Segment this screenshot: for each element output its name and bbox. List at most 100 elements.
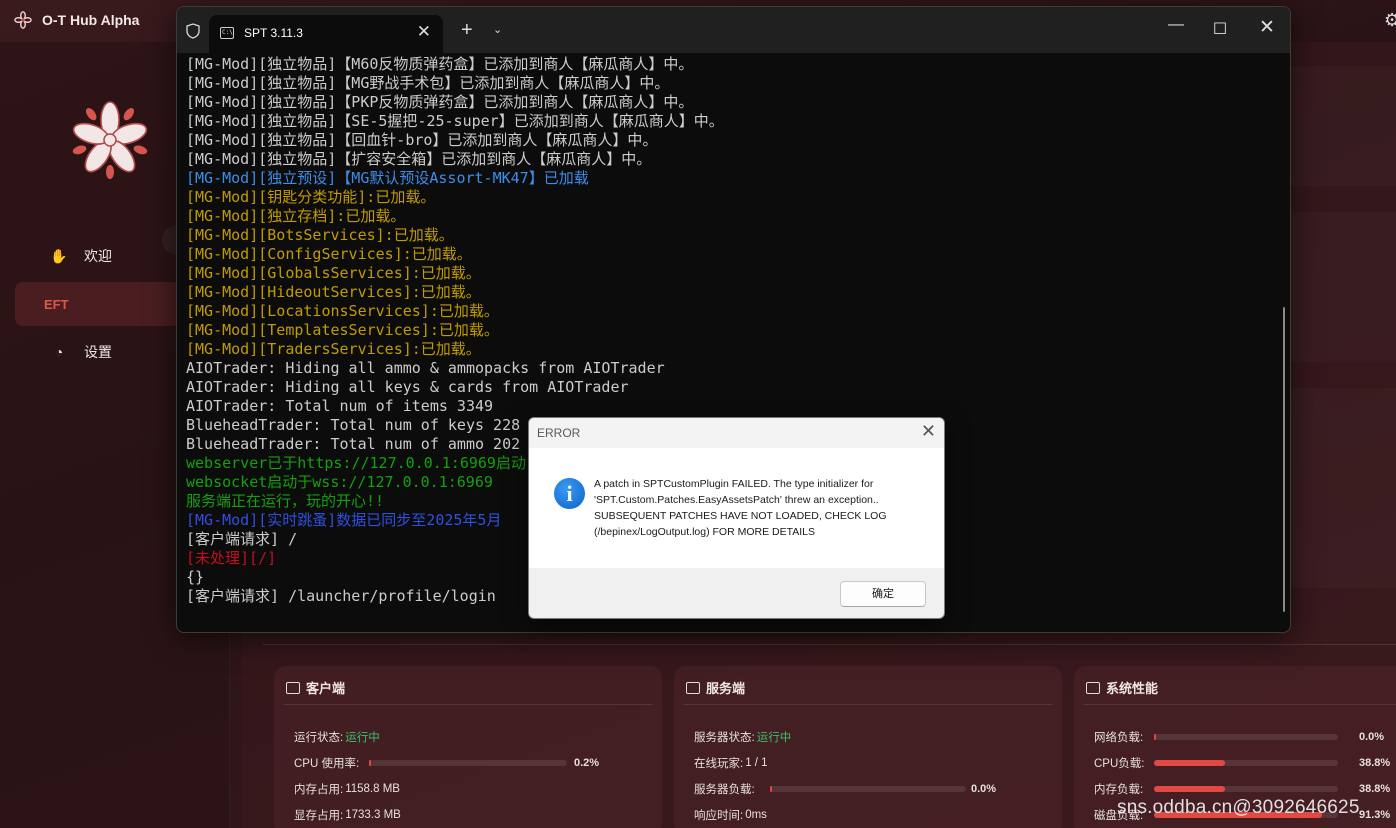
content-panel-section: [1290, 388, 1396, 588]
terminal-line: [MG-Mod][LocationsServices]:已加载。: [186, 302, 499, 320]
divider: [1084, 704, 1396, 705]
stat-value: 0.0%: [1359, 731, 1385, 743]
stat-label: 服务器状态:: [694, 732, 755, 744]
message-line: 'SPT.Custom.Patches.EasyAssetsPatch' thr…: [594, 494, 879, 506]
stat-label: CPU 使用率:: [294, 758, 360, 770]
terminal-line: AIOTrader: Hiding all ammo & ammopacks f…: [186, 359, 665, 377]
dialog-message: A patch in SPTCustomPlugin FAILED. The t…: [594, 476, 934, 540]
flower-logo-icon: [72, 101, 148, 179]
server-load: 服务器负载: 0.0%: [694, 781, 1034, 797]
stat-value: 0ms: [745, 809, 767, 821]
terminal-line: [MG-Mod][独立物品]【扩容安全箱】已添加到商人【麻瓜商人】中。: [186, 150, 652, 168]
ok-button[interactable]: 确定: [840, 581, 926, 607]
chevron-down-icon[interactable]: ⌄: [493, 23, 502, 36]
sidebar-item-label: EFT: [44, 296, 69, 312]
server-icon: [686, 681, 700, 694]
stat-label: 服务器负载:: [694, 784, 755, 796]
message-line: A patch in SPTCustomPlugin FAILED. The t…: [594, 478, 874, 490]
close-icon[interactable]: ✕: [921, 421, 936, 442]
message-line: (/bepinex/LogOutput.log) FOR MORE DETAIL…: [594, 526, 815, 538]
progress-bar: [1154, 786, 1338, 792]
terminal-line: [MG-Mod][独立物品]【M60反物质弹药盒】已添加到商人【麻瓜商人】中。: [186, 55, 694, 73]
progress-bar: [369, 760, 567, 766]
progress-fill: [1154, 734, 1157, 740]
palette-icon: ◔: [54, 344, 64, 360]
card-header: 客户端: [286, 678, 345, 697]
progress-fill: [1154, 786, 1226, 792]
watermark-text: sns.oddba.cn@3092646625: [1117, 797, 1360, 818]
maximize-button[interactable]: ☐: [1210, 19, 1230, 39]
memory-load: 内存负载: 38.8%: [1094, 781, 1396, 797]
progress-fill: [1154, 760, 1226, 766]
client-run-status: 运行状态: 运行中: [294, 729, 380, 745]
terminal-tab-bar: C:\ SPT 3.11.3 ✕ + ⌄ — ☐ ✕: [177, 7, 1290, 53]
stat-value: 38.8%: [1359, 783, 1391, 795]
gear-icon[interactable]: ⚙: [1384, 10, 1396, 31]
app-logo-icon: [14, 11, 32, 29]
card-title: 系统性能: [1106, 681, 1159, 696]
new-tab-button[interactable]: +: [461, 19, 473, 42]
sidebar-item-label: 设置: [84, 344, 112, 360]
stat-label: 在线玩家:: [694, 758, 744, 770]
card-title: 服务端: [706, 681, 746, 696]
progress-bar: [1154, 760, 1338, 766]
terminal-line: [MG-Mod][ConfigServices]:已加载。: [186, 245, 472, 263]
stat-label: 内存占用:: [294, 784, 344, 796]
stat-value: 运行中: [345, 732, 380, 744]
terminal-line: [MG-Mod][独立物品]【MG野战手术包】已添加到商人【麻瓜商人】中。: [186, 74, 670, 92]
divider: [684, 704, 1052, 705]
client-cpu-usage: CPU 使用率: 0.2%: [294, 755, 634, 771]
progress-bar: [770, 786, 966, 792]
info-icon: i: [554, 478, 585, 509]
terminal-line: [MG-Mod][独立存档]:已加载。: [186, 207, 406, 225]
server-online-players: 在线玩家: 1 / 1: [694, 755, 768, 771]
stat-value: 1158.8 MB: [345, 783, 400, 795]
cpu-load: CPU负载: 38.8%: [1094, 755, 1396, 771]
terminal-tab-title: SPT 3.11.3: [244, 26, 303, 40]
terminal-line: [MG-Mod][钥匙分类功能]:已加载。: [186, 188, 436, 206]
client-memory: 内存占用: 1158.8 MB: [294, 781, 400, 797]
content-panel-section: [1290, 212, 1396, 362]
dialog-body: i A patch in SPTCustomPlugin FAILED. The…: [529, 448, 944, 568]
divider: [284, 704, 652, 705]
terminal-line: [MG-Mod][独立物品]【PKP反物质弹药盒】已添加到商人【麻瓜商人】中。: [186, 93, 694, 111]
stat-value: 91.3%: [1359, 809, 1391, 821]
card-header: 系统性能: [1086, 678, 1158, 697]
terminal-line: [MG-Mod][HideoutServices]:已加载。: [186, 283, 481, 301]
content-panel-section: [1290, 66, 1396, 186]
progress-bar: [1154, 734, 1338, 740]
scrollbar[interactable]: [1283, 307, 1285, 612]
terminal-tab[interactable]: C:\ SPT 3.11.3 ✕: [209, 15, 443, 53]
terminal-line: [MG-Mod][TemplatesServices]:已加载。: [186, 321, 499, 339]
server-card: 服务端 服务器状态: 运行中 在线玩家: 1 / 1 服务器负载: 0.0% 响…: [674, 666, 1062, 828]
progress-fill: [369, 760, 372, 766]
dialog-titlebar: ERROR ✕: [529, 418, 944, 448]
error-dialog: ERROR ✕ i A patch in SPTCustomPlugin FAI…: [528, 417, 945, 619]
stat-value: 1733.3 MB: [345, 809, 401, 821]
stat-value: 38.8%: [1359, 757, 1391, 769]
stat-value: 0.0%: [971, 783, 997, 795]
hand-icon: ✋: [50, 247, 68, 264]
terminal-line: AIOTrader: Total num of items 3349: [186, 397, 494, 415]
terminal-line: [MG-Mod][BotsServices]:已加载。: [186, 226, 454, 244]
close-tab-icon[interactable]: ✕: [417, 22, 431, 42]
client-vram: 显存占用: 1733.3 MB: [294, 807, 401, 823]
stat-label: 网络负载:: [1094, 732, 1144, 744]
monitor-icon: [286, 681, 300, 694]
server-icon: [1086, 681, 1100, 694]
card-title: 客户端: [306, 681, 346, 696]
shield-icon: [186, 23, 200, 39]
dialog-title: ERROR: [537, 426, 581, 440]
stat-label: 运行状态:: [294, 732, 344, 744]
stat-label: 显存占用:: [294, 810, 344, 822]
terminal-line: [MG-Mod][独立物品]【SE-5握把-25-super】已添加到商人【麻瓜…: [186, 112, 724, 130]
minimize-button[interactable]: —: [1166, 16, 1186, 34]
message-line: SUBSEQUENT PATCHES HAVE NOT LOADED, CHEC…: [594, 510, 887, 522]
stat-value: 运行中: [756, 732, 792, 744]
close-window-button[interactable]: ✕: [1257, 16, 1277, 39]
stat-label: 响应时间:: [694, 810, 744, 822]
server-response-time: 响应时间: 0ms: [694, 807, 767, 823]
app-title: O-T Hub Alpha: [42, 12, 140, 28]
terminal-line: [MG-Mod][GlobalsServices]:已加载。: [186, 264, 481, 282]
terminal-icon: C:\: [220, 27, 234, 39]
